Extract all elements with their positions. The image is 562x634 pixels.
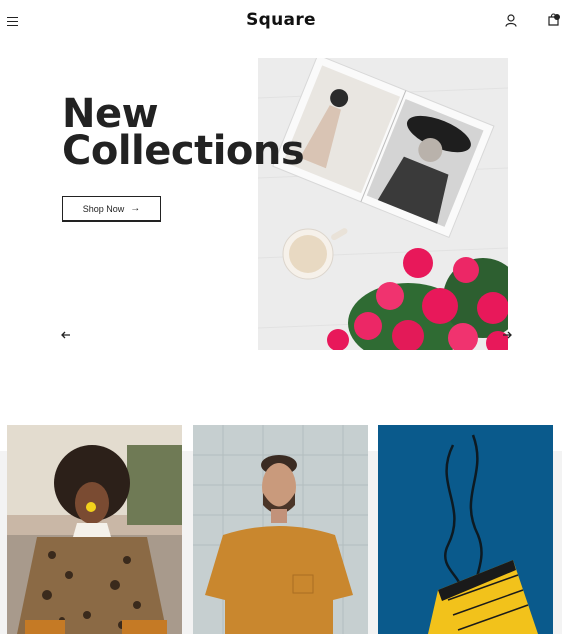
product-image <box>7 425 182 634</box>
user-icon[interactable] <box>505 14 517 27</box>
product-image <box>193 425 368 634</box>
site-header: Square <box>0 0 562 44</box>
arrow-right-icon: → <box>130 202 141 214</box>
next-slide-arrow-icon[interactable] <box>501 329 513 341</box>
product-image <box>378 425 553 634</box>
cart-icon[interactable] <box>548 13 560 26</box>
shop-now-button[interactable]: Shop Now → <box>62 196 161 222</box>
product-card-yellow-boot[interactable] <box>378 425 553 634</box>
prev-slide-arrow-icon[interactable] <box>60 329 72 341</box>
hero-title: New Collections <box>62 91 305 174</box>
shop-now-label: Shop Now <box>82 203 125 214</box>
product-card-man-mustard-tshirt[interactable] <box>193 425 368 634</box>
brand-logo[interactable]: Square <box>0 10 562 30</box>
product-card-woman-leopard-coat[interactable] <box>7 425 182 634</box>
